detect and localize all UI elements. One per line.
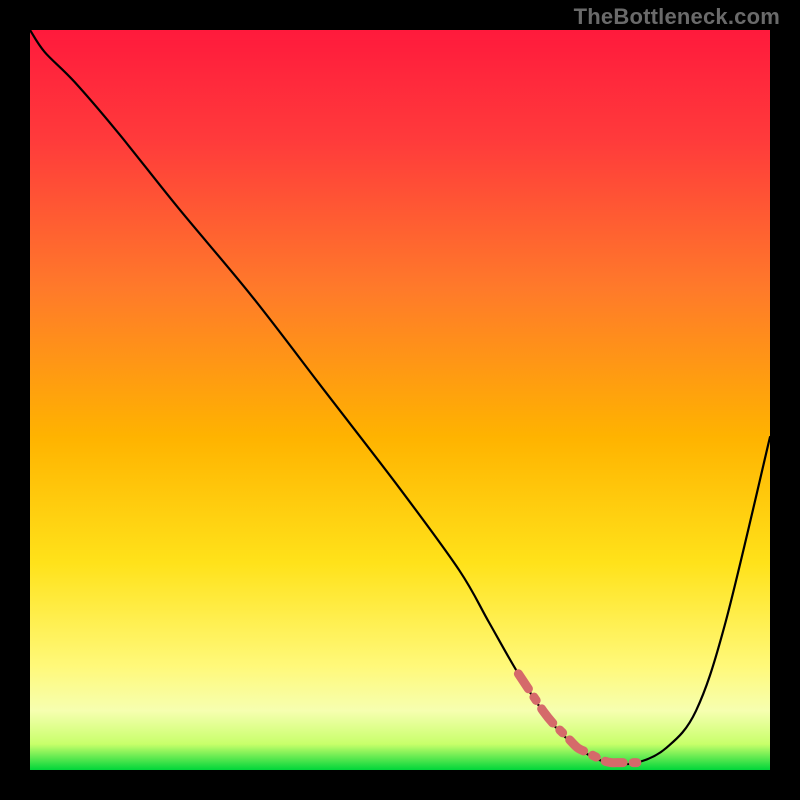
gradient-background	[30, 30, 770, 770]
bottleneck-chart	[30, 30, 770, 770]
plot-area	[30, 30, 770, 770]
watermark-label: TheBottleneck.com	[574, 4, 780, 30]
chart-frame: TheBottleneck.com	[0, 0, 800, 800]
